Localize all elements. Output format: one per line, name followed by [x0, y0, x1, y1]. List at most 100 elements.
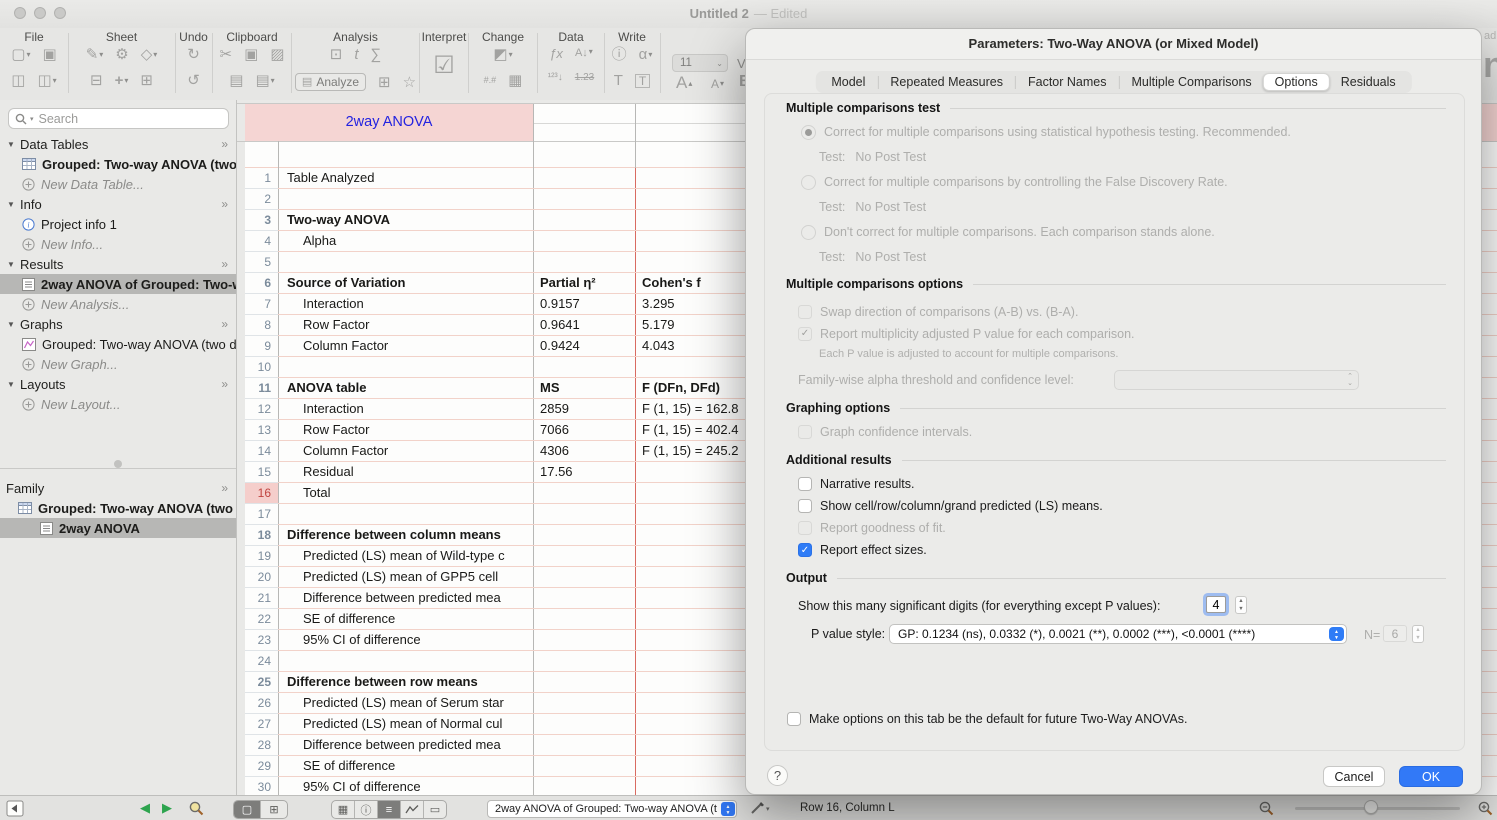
sheet-cell[interactable] [533, 231, 635, 252]
row-number[interactable]: 11 [245, 378, 278, 399]
new-file-icon[interactable]: ▢▾ [11, 47, 30, 62]
sheet-cell[interactable] [533, 168, 635, 189]
sheet-cell[interactable]: Predicted (LS) mean of Serum star [278, 693, 533, 714]
section-info[interactable]: ▼ Info » [0, 194, 237, 214]
sheet-cell[interactable] [533, 609, 635, 630]
row-number[interactable]: 1 [245, 168, 278, 189]
effect-sizes-checkbox[interactable]: ✓ [798, 543, 812, 557]
row-number[interactable]: 4 [245, 231, 278, 252]
sheet-cell[interactable]: Two-way ANOVA [278, 210, 533, 231]
sheet-cell[interactable]: Column Factor [278, 441, 533, 462]
sheet-cell[interactable] [533, 651, 635, 672]
sheet-cell[interactable]: 95% CI of difference [278, 777, 533, 795]
ls-means-checkbox[interactable] [798, 499, 812, 513]
graph-view-icon[interactable] [401, 801, 424, 818]
row-number[interactable]: 7 [245, 294, 278, 315]
sidebar-item-new-info[interactable]: New Info... [0, 234, 237, 254]
cancel-button[interactable]: Cancel [1323, 766, 1385, 787]
expand-section-icon[interactable]: » [221, 317, 228, 331]
sheet-cell[interactable]: 0.9424 [533, 336, 635, 357]
sheet-cell[interactable]: Total [278, 483, 533, 504]
section-graphs[interactable]: ▼ Graphs » [0, 314, 237, 334]
p-value-style-select[interactable]: GP: 0.1234 (ns), 0.0332 (*), 0.0021 (**)… [889, 624, 1347, 644]
row-number[interactable]: 26 [245, 693, 278, 714]
make-default-checkbox[interactable] [787, 712, 801, 726]
t-test-icon[interactable]: t [354, 47, 358, 62]
sum-table-icon[interactable]: ∑ [371, 47, 382, 62]
row-number[interactable]: 22 [245, 609, 278, 630]
sheet-cell[interactable]: SE of difference [278, 609, 533, 630]
row-number[interactable]: 21 [245, 588, 278, 609]
disclosure-chevron-icon[interactable]: ▼ [5, 140, 17, 149]
ok-button[interactable]: OK [1399, 766, 1463, 787]
digits-stepper[interactable]: ▲▼ [1235, 596, 1247, 614]
sheet-cell[interactable] [533, 210, 635, 231]
shrink-font-icon[interactable]: A▾ [711, 78, 724, 90]
row-number[interactable]: 6 [245, 273, 278, 294]
tab-multiple-comparisons[interactable]: Multiple Comparisons [1120, 73, 1262, 91]
sheet-cell[interactable] [533, 525, 635, 546]
row-number[interactable]: 3 [245, 210, 278, 231]
radio-false-discovery-rate[interactable] [801, 175, 816, 190]
sheet-title-cell[interactable]: 2way ANOVA [245, 104, 533, 141]
disclosure-chevron-icon[interactable]: ▼ [5, 260, 17, 269]
family-item-results-selected[interactable]: 2way ANOVA [0, 518, 237, 538]
tab-factor-names[interactable]: Factor Names [1017, 73, 1118, 91]
undo-icon[interactable]: ↺ [187, 73, 200, 88]
row-number[interactable]: 14 [245, 441, 278, 462]
wizard-icon[interactable]: ☆ [403, 75, 416, 90]
descriptive-stats-icon[interactable]: ⊡ [330, 47, 343, 62]
sheet-cell[interactable] [533, 588, 635, 609]
expand-section-icon[interactable]: » [221, 197, 228, 211]
search-box[interactable]: ▾ [8, 108, 229, 129]
sheet-cell[interactable]: Table Analyzed [278, 168, 533, 189]
sheet-cell[interactable] [533, 756, 635, 777]
sheet-cell[interactable] [533, 777, 635, 795]
expand-section-icon[interactable]: » [221, 137, 228, 151]
sheet-cell[interactable]: Partial η² [533, 273, 635, 294]
section-data-tables[interactable]: ▼ Data Tables » [0, 134, 237, 154]
sheet-cell[interactable]: 7066 [533, 420, 635, 441]
sheet-cell[interactable] [533, 672, 635, 693]
grow-font-icon[interactable]: A▴ [676, 74, 692, 91]
graph-ci-checkbox[interactable] [798, 425, 812, 439]
gear-icon[interactable]: ⚙ [115, 47, 128, 62]
sidebar-item-results-selected[interactable]: 2way ANOVA of Grouped: Two-wa [0, 274, 237, 294]
sort-icon[interactable]: A↓▾ [575, 48, 593, 59]
back-arrow-icon[interactable]: ◀ [140, 800, 150, 816]
results-view-icon[interactable]: ≡ [378, 801, 401, 818]
sheet-cell[interactable]: Predicted (LS) mean of Normal cul [278, 714, 533, 735]
expand-section-icon[interactable]: » [221, 481, 228, 495]
interpret-checklist-icon[interactable]: ☑ [433, 54, 455, 78]
sheet-cell[interactable] [533, 189, 635, 210]
open-file-icon[interactable]: ▣ [43, 47, 57, 62]
disclosure-chevron-icon[interactable]: ▼ [5, 320, 17, 329]
paste-icon[interactable]: ▤ [229, 73, 243, 88]
highlight-icon[interactable]: ✎▾ [86, 47, 104, 62]
disclosure-chevron-icon[interactable]: ▼ [5, 380, 17, 389]
sheet-cell[interactable]: 4306 [533, 441, 635, 462]
number-format-icon[interactable]: ¹²³↓ [548, 73, 563, 83]
expand-section-icon[interactable]: » [221, 257, 228, 271]
sheet-cell[interactable] [533, 483, 635, 504]
sheet-cell[interactable]: SE of difference [278, 756, 533, 777]
decimal-format-icon[interactable]: #.# [484, 76, 497, 85]
sidebar-item-new-data-table[interactable]: New Data Table... [0, 174, 237, 194]
sheet-cell[interactable]: 17.56 [533, 462, 635, 483]
new-table-icon[interactable]: ⊞ [378, 75, 391, 90]
text-box-icon[interactable]: T [635, 74, 650, 88]
row-number[interactable]: 17 [245, 504, 278, 525]
sidebar-item-new-layout[interactable]: New Layout... [0, 394, 237, 414]
paste-special-icon[interactable]: ▤▾ [255, 73, 274, 88]
radio-hypothesis-testing[interactable] [801, 125, 816, 140]
row-number[interactable]: 2 [245, 189, 278, 210]
transform-fx-icon[interactable]: ƒx [549, 47, 563, 60]
row-number[interactable]: 10 [245, 357, 278, 378]
delete-sheet-icon[interactable]: ⊟ [90, 73, 103, 88]
sheet-cell[interactable]: 95% CI of difference [278, 630, 533, 651]
tab-model[interactable]: Model [820, 73, 876, 91]
row-number[interactable]: 16 [245, 483, 278, 504]
sheet-selector-dropdown[interactable]: 2way ANOVA of Grouped: Two-way ANOVA (t … [487, 800, 737, 818]
row-number[interactable]: 28 [245, 735, 278, 756]
sheet-cell[interactable]: ANOVA table [278, 378, 533, 399]
